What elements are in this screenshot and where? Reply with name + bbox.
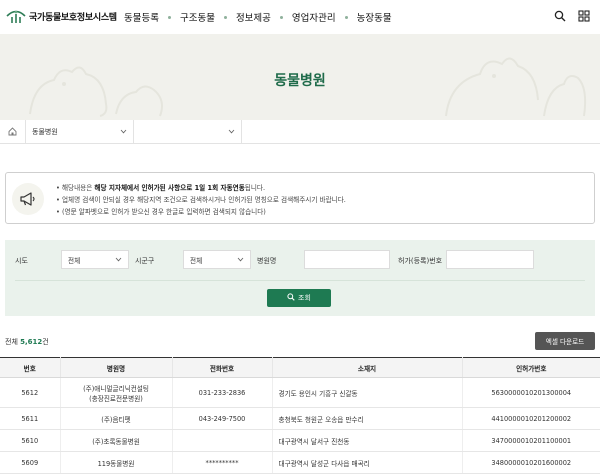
header-actions [554,10,590,22]
hospital-name-line1: (주)애니멀글리닉컨설팅 [83,384,149,393]
breadcrumb: 동물병원 [0,119,600,144]
site-header: 국가동물보호정보시스템 동물등록 구조동물 정보제공 영업자관리 농장동물 [0,0,600,34]
nav-item-farm[interactable]: 농장동물 [357,10,392,24]
column-header-phone: 전화번호 [172,357,273,378]
notice-line-1-post: 됩니다. [244,184,266,192]
license-number-label: 허가(등록)번호 [398,257,443,265]
column-header-address: 소재지 [272,357,463,378]
column-header-license: 인허가번호 [462,357,600,378]
cell-hospital-name[interactable]: 119동물병원 [60,451,173,474]
page-title: 동물병원 [274,73,326,89]
excel-download-button[interactable]: 엑셀 다운로드 [535,332,595,350]
sigungu-select[interactable]: 전체 [183,250,251,269]
search-button[interactable]: 조회 [267,289,331,307]
nav-separator [223,15,227,19]
megaphone-icon [12,183,44,215]
cell-license: 3470000010201100001 [462,429,600,452]
home-icon[interactable] [0,119,26,144]
cell-address: 충청북도 청원군 오송읍 만수리 [272,407,463,430]
search-icon [287,293,295,303]
nav-separator [167,15,171,19]
grid-menu-icon[interactable] [578,10,590,22]
logo-icon [6,8,26,24]
cell-phone: 031-233-2836 [172,377,273,408]
result-count: 전체 5,612건 [5,337,49,347]
hospital-name-input[interactable] [304,250,390,269]
nav-item-info[interactable]: 정보제공 [236,10,271,24]
cell-license: 4410000010201200002 [462,407,600,430]
main-nav: 동물등록 구조동물 정보제공 영업자관리 농장동물 [124,10,392,24]
result-count-number: 5,612 [20,338,43,346]
sido-select-value: 전체 [68,256,81,265]
notice-line-2: • 업체명 검색이 안되실 경우 해당지역 조건으로 검색하시거나 인허가된 명… [56,196,346,204]
sigungu-label: 시군구 [135,257,155,265]
logo-text: 국가동물보호정보시스템 [29,12,117,23]
cell-hospital-name[interactable]: (주)애니멀글리닉컨설팅 (충장진료전문병원) [60,377,173,408]
page-banner: 동물병원 [0,34,600,120]
cell-number: 5612 [0,377,61,408]
table-header-row: 번호 병원명 전화번호 소재지 인허가번호 [0,357,600,378]
license-number-input[interactable] [446,250,534,269]
table-row[interactable]: 5609 119동물병원 ********** 대구광역시 달성군 다사읍 매곡… [0,451,600,474]
column-header-hospital-name: 병원명 [60,357,173,378]
hospital-table: 번호 병원명 전화번호 소재지 인허가번호 5612 (주)애니멀글리닉컨설팅 … [0,357,600,474]
nav-item-rescue[interactable]: 구조동물 [180,10,215,24]
notice-line-1-bold: 해당 지자체에서 인허가된 사항으로 1일 1회 자동연동 [94,184,245,192]
cell-license: 3480000010201600002 [462,451,600,474]
cell-hospital-name[interactable]: (주)음티펫 [60,407,173,430]
breadcrumb-level1-label: 동물병원 [32,127,58,136]
table-row[interactable]: 5610 (주)초록동물병원 대구광역시 달서구 진천동 34700000102… [0,429,600,452]
sigungu-select-value: 전체 [190,256,203,265]
result-count-prefix: 전체 [5,338,21,346]
notice-text: • 해당내용은 해당 지자체에서 인허가된 사항으로 1일 1회 자동연동됩니다… [56,182,346,218]
notice-line-1-pre: • 해당내용은 [56,184,95,192]
notice-line-1: • 해당내용은 해당 지자체에서 인허가된 사항으로 1일 1회 자동연동됩니다… [56,182,346,194]
breadcrumb-select-level2[interactable] [134,119,242,144]
sido-select[interactable]: 전체 [61,250,129,269]
search-divider [15,280,585,281]
cell-phone: ********** [172,451,273,474]
chevron-down-icon [228,127,235,136]
site-logo[interactable]: 국가동물보호정보시스템 [6,8,117,24]
nav-item-business[interactable]: 영업자관리 [292,10,336,24]
notice-line-3: • (영문 알파벳으로 인허가 받으신 경우 한글로 입력하면 검색되지 않습니… [56,208,266,216]
column-header-number: 번호 [0,357,61,378]
result-count-suffix: 건 [42,338,49,346]
breadcrumb-select-level1[interactable]: 동물병원 [26,119,134,144]
cell-address: 대구광역시 달서구 진천동 [272,429,463,452]
cell-license: 5630000010201300004 [462,377,600,408]
notice-box: • 해당내용은 해당 지자체에서 인허가된 사항으로 1일 1회 자동연동됩니다… [5,172,595,224]
hospital-name-label: 병원명 [257,257,277,265]
hospital-name-line2: (충장진료전문병원) [89,394,143,403]
cell-address: 대구광역시 달성군 다사읍 매곡리 [272,451,463,474]
nav-separator [344,15,348,19]
search-button-label: 조회 [298,294,311,302]
table-row[interactable]: 5611 (주)음티펫 043-249-7500 충청북도 청원군 오송읍 만수… [0,407,600,430]
cell-phone: 043-249-7500 [172,407,273,430]
cell-number: 5609 [0,451,61,474]
sido-label: 시도 [15,257,28,265]
search-form: 시도 전체 시군구 전체 병원명 허가(등록)번호 조회 [5,240,595,316]
nav-separator [279,15,283,19]
search-icon[interactable] [554,10,566,22]
cell-number: 5611 [0,407,61,430]
cell-phone [172,429,273,452]
chevron-down-icon [115,256,122,264]
chevron-down-icon [120,128,127,136]
cell-number: 5610 [0,429,61,452]
nav-item-registration[interactable]: 동물등록 [124,10,159,24]
cell-hospital-name[interactable]: (주)초록동물병원 [60,429,173,452]
chevron-down-icon [237,256,244,264]
table-row[interactable]: 5612 (주)애니멀글리닉컨설팅 (충장진료전문병원) 031-233-283… [0,377,600,408]
cell-address: 경기도 용인시 기흥구 신갈동 [272,377,463,408]
